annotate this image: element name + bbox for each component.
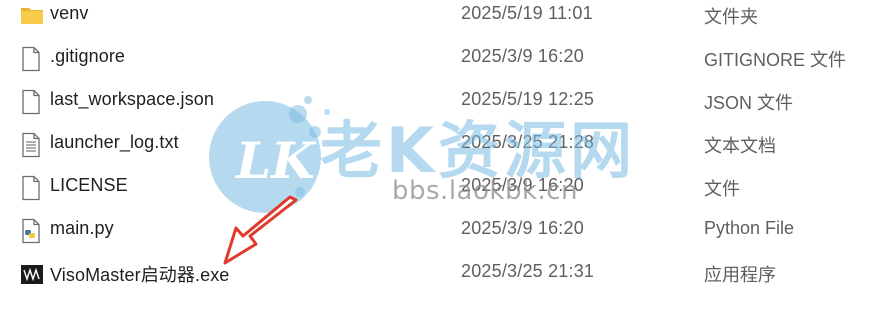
file-name: LICENSE (50, 175, 128, 195)
python-file-icon (20, 218, 44, 244)
file-list: venv 2025/5/19 11:01 文件夹 .gitignore 2025… (0, 0, 870, 312)
file-date: 2025/3/25 21:31 (461, 261, 595, 281)
file-row-license[interactable]: LICENSE 2025/3/9 16:20 文件 (0, 167, 870, 207)
text-file-icon (20, 132, 44, 158)
file-date: 2025/3/25 21:28 (461, 132, 595, 152)
file-row-last-workspace[interactable]: last_workspace.json 2025/5/19 12:25 JSON… (0, 81, 870, 121)
file-icon (20, 89, 44, 115)
app-icon (20, 261, 44, 287)
file-name: launcher_log.txt (50, 132, 179, 152)
folder-icon (20, 3, 44, 29)
file-icon (20, 175, 44, 201)
file-name: VisoMaster启动器.exe (50, 265, 230, 285)
file-row-gitignore[interactable]: .gitignore 2025/3/9 16:20 GITIGNORE 文件 (0, 38, 870, 78)
file-type: 文件 (704, 179, 740, 199)
file-row-visomaster-exe[interactable]: VisoMaster启动器.exe 2025/3/25 21:31 应用程序 (0, 253, 870, 293)
file-row-main-py[interactable]: main.py 2025/3/9 16:20 Python File (0, 210, 870, 250)
file-name: .gitignore (50, 46, 126, 66)
file-type: 文本文档 (704, 136, 776, 156)
file-type: GITIGNORE 文件 (704, 50, 847, 70)
file-type: 文件夹 (704, 7, 758, 27)
file-name: main.py (50, 218, 114, 238)
file-name: last_workspace.json (50, 89, 214, 109)
file-date: 2025/3/9 16:20 (461, 175, 584, 195)
file-date: 2025/5/19 12:25 (461, 89, 595, 109)
file-row-venv[interactable]: venv 2025/5/19 11:01 文件夹 (0, 0, 870, 35)
file-date: 2025/5/19 11:01 (461, 3, 593, 23)
file-name: venv (50, 3, 89, 23)
file-type: 应用程序 (704, 265, 776, 285)
file-type: JSON 文件 (704, 93, 794, 113)
file-type: Python File (704, 218, 795, 238)
file-icon (20, 46, 44, 72)
file-row-launcher-log[interactable]: launcher_log.txt 2025/3/25 21:28 文本文档 (0, 124, 870, 164)
file-date: 2025/3/9 16:20 (461, 218, 584, 238)
file-date: 2025/3/9 16:20 (461, 46, 584, 66)
